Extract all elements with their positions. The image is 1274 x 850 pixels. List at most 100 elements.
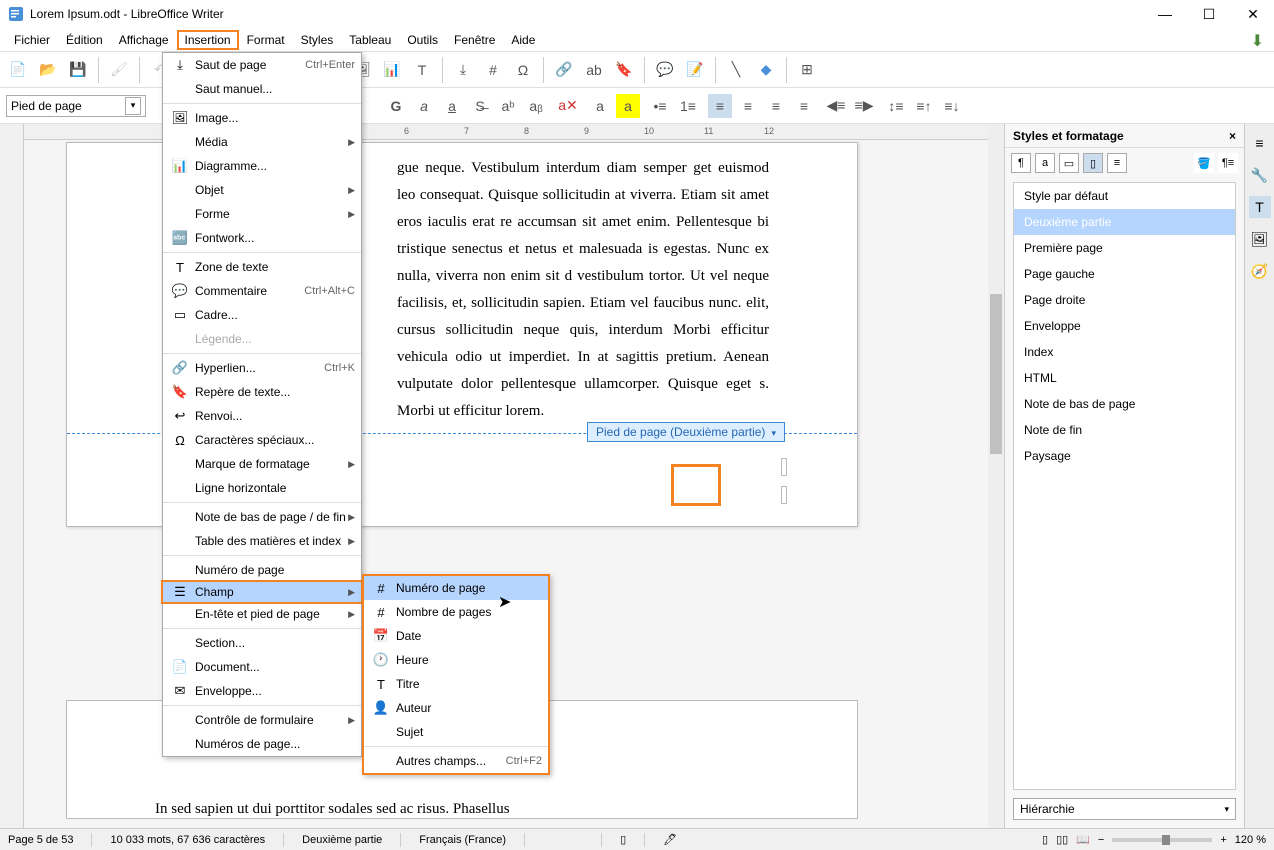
extension-download-icon[interactable]: ⬇: [1251, 31, 1264, 51]
bullet-list-button[interactable]: •≡: [648, 94, 672, 118]
style-list-item[interactable]: Enveloppe: [1014, 313, 1235, 339]
ruler-vertical[interactable]: [0, 124, 24, 828]
menu-item[interactable]: Saut manuel...: [163, 77, 361, 101]
style-list-item[interactable]: Index: [1014, 339, 1235, 365]
minimize-button[interactable]: —: [1152, 4, 1178, 24]
footer-handle-bottom[interactable]: [781, 486, 787, 504]
navigator-tab-icon[interactable]: 🧭: [1249, 260, 1271, 282]
menu-item[interactable]: Forme▶: [163, 202, 361, 226]
para-spacing-dec-button[interactable]: ≡↓: [940, 94, 964, 118]
para-spacing-inc-button[interactable]: ≡↑: [912, 94, 936, 118]
style-list-item[interactable]: Note de bas de page: [1014, 391, 1235, 417]
comment-button[interactable]: 💬: [653, 58, 677, 82]
open-button[interactable]: 📂: [36, 58, 60, 82]
status-selection-mode[interactable]: ▯: [620, 833, 626, 846]
scrollbar-thumb[interactable]: [990, 294, 1002, 454]
style-list-item[interactable]: Paysage: [1014, 443, 1235, 469]
styles-filter-dropdown[interactable]: Hiérarchie ▾: [1013, 798, 1236, 820]
style-list-item[interactable]: Note de fin: [1014, 417, 1235, 443]
track-changes-button[interactable]: 📝: [683, 58, 707, 82]
style-list-item[interactable]: Première page: [1014, 235, 1235, 261]
style-list-item[interactable]: Deuxième partie: [1014, 209, 1235, 235]
new-style-button[interactable]: ¶≡: [1218, 153, 1238, 173]
close-button[interactable]: ✕: [1240, 4, 1266, 24]
menu-item[interactable]: 🔖Repère de texte...: [163, 380, 361, 404]
align-right-button[interactable]: ≡: [764, 94, 788, 118]
menu-item[interactable]: Média▶: [163, 130, 361, 154]
para-styles-tab[interactable]: ¶: [1011, 153, 1031, 173]
italic-button[interactable]: a: [412, 94, 436, 118]
clear-formatting-button[interactable]: a✕: [556, 94, 580, 118]
menu-affichage[interactable]: Affichage: [111, 30, 177, 50]
menu-item[interactable]: ΩCaractères spéciaux...: [163, 428, 361, 452]
field-button[interactable]: #: [481, 58, 505, 82]
highlight-button[interactable]: a: [616, 94, 640, 118]
style-list-item[interactable]: Page gauche: [1014, 261, 1235, 287]
menu-format[interactable]: Format: [239, 30, 293, 50]
properties-tab-icon[interactable]: 🔧: [1249, 164, 1271, 186]
font-color-button[interactable]: a: [588, 94, 612, 118]
styles-list[interactable]: Style par défautDeuxième partiePremière …: [1013, 182, 1236, 790]
status-language[interactable]: Français (France): [419, 834, 506, 846]
underline-button[interactable]: a: [440, 94, 464, 118]
menu-item[interactable]: Contrôle de formulaire▶: [163, 708, 361, 732]
menu-item[interactable]: Note de bas de page / de fin▶: [163, 505, 361, 529]
menu-item[interactable]: 📊Diagramme...: [163, 154, 361, 178]
submenu-item[interactable]: #Numéro de page: [364, 576, 548, 600]
gallery-tab-icon[interactable]: 🖼: [1249, 228, 1271, 250]
zoom-in-button[interactable]: +: [1220, 834, 1226, 846]
menu-item[interactable]: TZone de texte: [163, 255, 361, 279]
shapes-button[interactable]: ◆: [754, 58, 778, 82]
menu-item[interactable]: 📄Document...: [163, 655, 361, 679]
menu-item[interactable]: ✉Enveloppe...: [163, 679, 361, 703]
page-break-button[interactable]: ⤓: [451, 58, 475, 82]
menu-item[interactable]: ⤓Saut de pageCtrl+Enter: [163, 53, 361, 77]
brush-button[interactable]: 🖌: [107, 58, 131, 82]
menu-item[interactable]: ▭Cadre...: [163, 303, 361, 327]
fill-format-button[interactable]: 🪣: [1194, 153, 1214, 173]
line-button[interactable]: ╲: [724, 58, 748, 82]
menu-item[interactable]: Numéro de page: [163, 558, 361, 582]
submenu-item[interactable]: 📅Date: [364, 624, 548, 648]
menu-insertion[interactable]: Insertion: [177, 30, 239, 50]
menu-item[interactable]: ☰Champ▶: [161, 580, 363, 604]
menu-aide[interactable]: Aide: [503, 30, 543, 50]
submenu-item[interactable]: Sujet: [364, 720, 548, 744]
menu-item[interactable]: Objet▶: [163, 178, 361, 202]
chart-button[interactable]: 📊: [380, 58, 404, 82]
menu-styles[interactable]: Styles: [293, 30, 342, 50]
zoom-value[interactable]: 120 %: [1235, 834, 1266, 846]
footnote-button[interactable]: ab: [582, 58, 606, 82]
status-page[interactable]: Page 5 de 53: [8, 834, 73, 846]
footer-handle-top[interactable]: [781, 458, 787, 476]
view-single-page-icon[interactable]: ▯: [1042, 833, 1048, 846]
bookmark-button[interactable]: 🔖: [612, 58, 636, 82]
superscript-button[interactable]: aᵇ: [496, 94, 520, 118]
menu-item[interactable]: 💬CommentaireCtrl+Alt+C: [163, 279, 361, 303]
view-book-icon[interactable]: 📖: [1076, 833, 1090, 846]
hyperlink-button[interactable]: 🔗: [552, 58, 576, 82]
submenu-item[interactable]: #Nombre de pages: [364, 600, 548, 624]
submenu-item[interactable]: Autres champs...Ctrl+F2: [364, 749, 548, 773]
menu-item[interactable]: Section...: [163, 631, 361, 655]
menu-item[interactable]: Table des matières et index▶: [163, 529, 361, 553]
menu-item[interactable]: Légende...: [163, 327, 361, 351]
footer-label[interactable]: Pied de page (Deuxième partie): [587, 422, 785, 442]
zoom-slider[interactable]: [1112, 838, 1212, 842]
scrollbar-vertical[interactable]: [988, 124, 1004, 828]
submenu-item[interactable]: 👤Auteur: [364, 696, 548, 720]
menu-item[interactable]: 🔤Fontwork...: [163, 226, 361, 250]
frame-styles-tab[interactable]: ▭: [1059, 153, 1079, 173]
new-doc-button[interactable]: 📄: [6, 58, 30, 82]
align-justify-button[interactable]: ≡: [792, 94, 816, 118]
styles-tab-icon[interactable]: T: [1249, 196, 1271, 218]
menu-tableau[interactable]: Tableau: [341, 30, 399, 50]
indent-increase-button[interactable]: ≡▶: [852, 94, 876, 118]
subscript-button[interactable]: aᵦ: [524, 94, 548, 118]
view-multi-page-icon[interactable]: ▯▯: [1056, 833, 1068, 846]
maximize-button[interactable]: ☐: [1196, 4, 1222, 24]
menu-item[interactable]: Ligne horizontale: [163, 476, 361, 500]
close-sidebar-button[interactable]: ×: [1229, 129, 1236, 143]
menu-fenetre[interactable]: Fenêtre: [446, 30, 503, 50]
save-button[interactable]: 💾: [66, 58, 90, 82]
